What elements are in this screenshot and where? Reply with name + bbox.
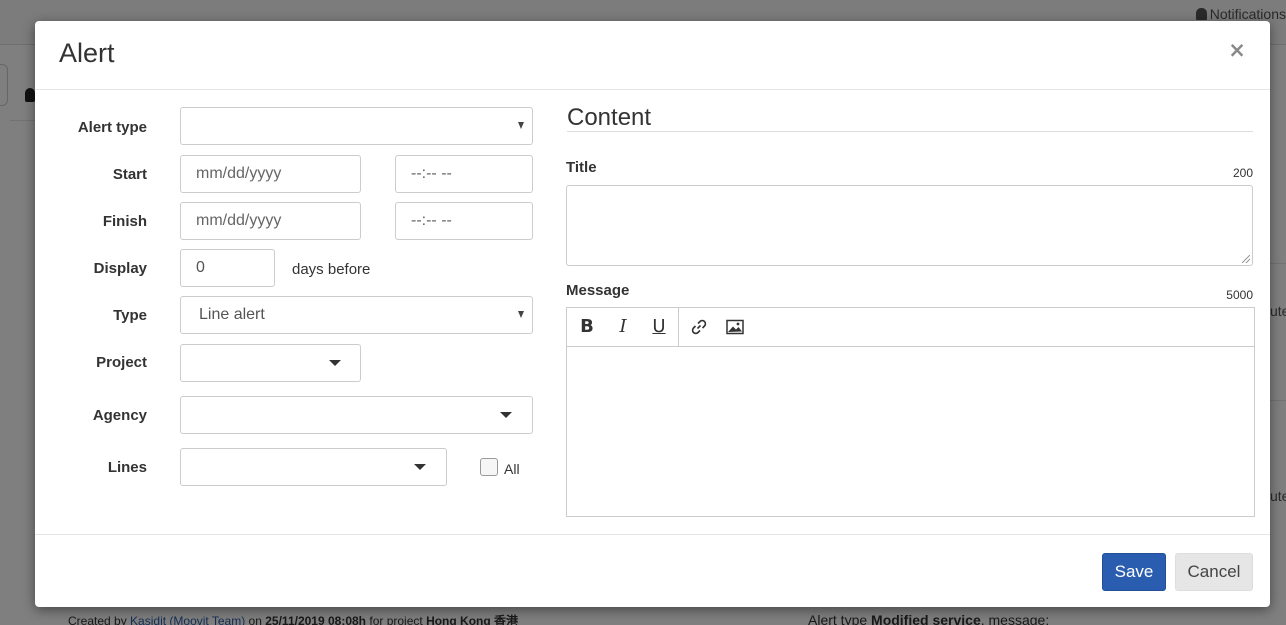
alert-type-select[interactable] [180,107,533,145]
type-value: Line alert [199,306,265,323]
chevron-down-icon [329,360,341,366]
finish-time-input[interactable]: --:-- -- [395,202,533,240]
message-label: Message [566,282,630,299]
modal-header: Alert × [35,21,1270,90]
save-button[interactable]: Save [1102,553,1166,591]
editor-toolbar: B I U [566,307,1255,347]
alert-modal: Alert × Alert type Start mm/dd/yyyy --:-… [35,21,1270,607]
chevron-down-icon [518,122,524,129]
toolbar-separator [678,308,679,346]
finish-date-input[interactable]: mm/dd/yyyy [180,202,361,240]
close-button[interactable]: × [1227,38,1247,62]
type-select[interactable]: Line alert [180,296,533,334]
modal-footer: Save Cancel [35,534,1270,607]
resize-handle-icon[interactable] [1242,255,1250,263]
lines-label: Lines [107,459,147,476]
chevron-down-icon [414,464,426,470]
display-label: Display [93,260,147,277]
project-select[interactable] [180,344,361,382]
type-label: Type [113,307,147,324]
message-editor[interactable] [566,346,1255,517]
display-suffix: days before [292,261,371,278]
chevron-down-icon [518,311,524,318]
title-textarea[interactable] [566,185,1253,266]
start-time-input[interactable]: --:-- -- [395,155,533,193]
agency-select[interactable] [180,396,533,434]
title-label: Title [566,159,597,176]
insert-image-button[interactable] [723,315,747,339]
display-days-input[interactable]: 0 [180,249,275,287]
finish-time-placeholder: --:-- -- [411,212,452,229]
finish-label: Finish [102,213,147,230]
finish-date-placeholder: mm/dd/yyyy [196,212,282,229]
start-date-placeholder: mm/dd/yyyy [196,165,282,182]
insert-link-button[interactable] [687,315,711,339]
agency-label: Agency [92,407,147,424]
underline-button[interactable]: U [647,315,671,339]
italic-button[interactable]: I [611,315,635,339]
chevron-down-icon [500,412,512,418]
start-date-input[interactable]: mm/dd/yyyy [180,155,361,193]
link-icon [691,319,707,335]
title-char-limit: 200 [1232,166,1253,180]
alert-type-label: Alert type [77,119,147,136]
start-time-placeholder: --:-- -- [411,165,452,182]
cancel-button[interactable]: Cancel [1175,553,1253,591]
modal-title: Alert [59,38,115,68]
start-label: Start [112,166,147,183]
message-char-limit: 5000 [1226,288,1253,302]
all-lines-label: All [504,461,520,477]
bold-button[interactable]: B [575,315,599,339]
project-label: Project [96,354,147,371]
lines-select[interactable] [180,448,447,486]
image-icon [726,319,744,335]
display-days-value: 0 [196,259,205,276]
all-lines-checkbox[interactable] [480,458,498,476]
content-section-title: Content [567,104,652,131]
section-divider [567,131,1253,132]
